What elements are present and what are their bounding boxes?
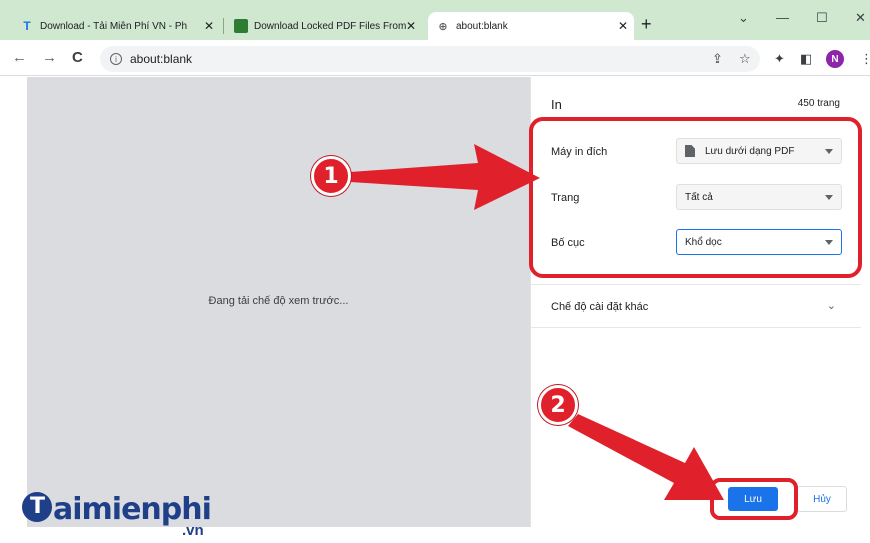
browser-window: T Download - Tải Miễn Phí VN - Ph ✕ Down… xyxy=(0,0,870,543)
arrow-to-save xyxy=(568,414,724,500)
logo-suffix: .vn xyxy=(182,522,204,539)
step-1-badge: 1 xyxy=(311,156,351,196)
arrow-to-settings xyxy=(350,144,540,210)
logo-t-icon: T xyxy=(22,492,52,522)
annotation-arrows xyxy=(350,144,724,500)
step-2-badge: 2 xyxy=(538,385,578,425)
